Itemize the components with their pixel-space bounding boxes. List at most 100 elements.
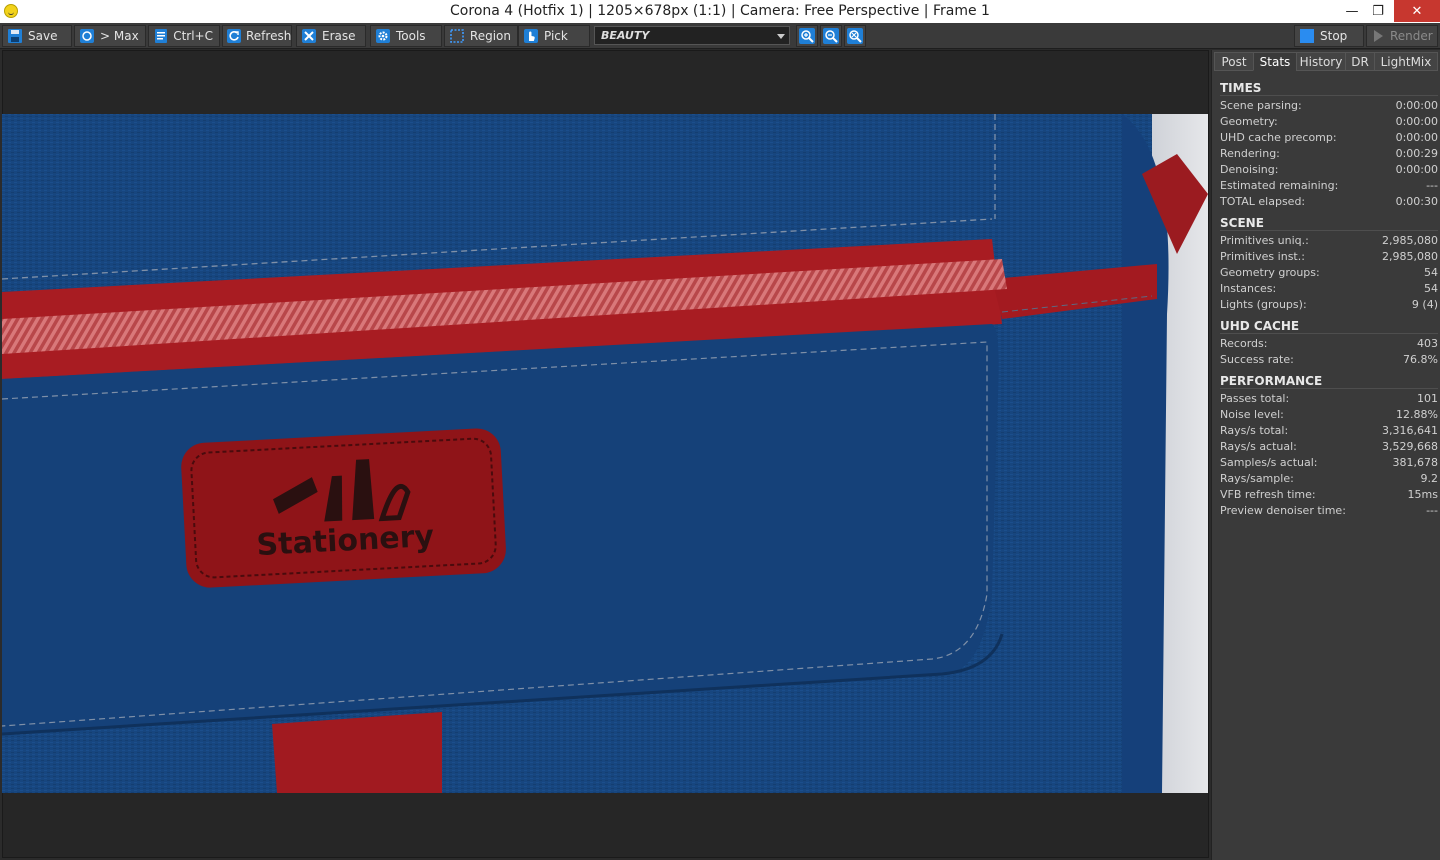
tab-lightmix[interactable]: LightMix	[1374, 52, 1438, 71]
stat-row: Noise level: 12.88%	[1220, 407, 1438, 423]
stat-key: VFB refresh time:	[1220, 488, 1316, 501]
save-label: Save	[28, 29, 58, 43]
stat-value: 9 (4)	[1411, 298, 1438, 311]
stat-row: Records: 403	[1220, 336, 1438, 352]
scene-section: SCENE Primitives uniq.: 2,985,080 Primiti…	[1220, 216, 1438, 313]
stat-row: TOTAL elapsed: 0:00:30	[1220, 194, 1438, 210]
stop-label: Stop	[1320, 29, 1348, 43]
stat-row: Rays/s total: 3,316,641	[1220, 423, 1438, 439]
pick-button[interactable]: Pick	[518, 25, 590, 47]
rendered-image[interactable]: Stationery	[2, 114, 1208, 793]
erase-icon	[300, 27, 318, 45]
toolbar: Save > Max Ctrl+C Refresh Erase Tools Re…	[0, 23, 1440, 49]
render-element-select[interactable]: BEAUTY	[594, 26, 790, 45]
panel-tabs: Post Stats History DR LightMix	[1214, 52, 1439, 72]
erase-label: Erase	[322, 29, 356, 43]
tools-label: Tools	[396, 29, 426, 43]
stat-key: Passes total:	[1220, 392, 1290, 405]
stat-key: Rays/sample:	[1220, 472, 1294, 485]
tab-dr[interactable]: DR	[1345, 52, 1375, 71]
refresh-button[interactable]: Refresh	[222, 25, 292, 47]
stat-row: Geometry groups: 54	[1220, 265, 1438, 281]
uhd-cache-section: UHD CACHE Records: 403 Success rate: 76.8%	[1220, 319, 1438, 368]
stat-key: Scene parsing:	[1220, 99, 1302, 112]
region-button[interactable]: Region	[444, 25, 518, 47]
tab-history[interactable]: History	[1296, 52, 1346, 71]
stat-value: ---	[1426, 504, 1438, 517]
stat-value: 76.8%	[1403, 353, 1438, 366]
stat-row: Rendering: 0:00:29	[1220, 146, 1438, 162]
play-icon	[1370, 27, 1386, 45]
stat-value: 54	[1424, 282, 1438, 295]
render-label: Render	[1390, 29, 1433, 43]
refresh-label: Refresh	[246, 29, 292, 43]
render-button[interactable]: Render	[1366, 25, 1438, 47]
stat-key: Samples/s actual:	[1220, 456, 1318, 469]
stat-value: 15ms	[1407, 488, 1438, 501]
tab-post[interactable]: Post	[1214, 52, 1254, 71]
chevron-down-icon	[777, 34, 785, 39]
zoom-in-button[interactable]	[796, 25, 818, 47]
stat-key: Preview denoiser time:	[1220, 504, 1346, 517]
copy-label: Ctrl+C	[173, 29, 213, 43]
stat-row: Scene parsing: 0:00:00	[1220, 98, 1438, 114]
erase-button[interactable]: Erase	[296, 25, 366, 47]
scene-title: SCENE	[1220, 216, 1438, 231]
region-label: Region	[469, 29, 511, 43]
stop-button[interactable]: Stop	[1294, 25, 1364, 47]
zoom-out-button[interactable]	[820, 25, 842, 47]
stat-key: Primitives inst.:	[1220, 250, 1305, 263]
refresh-icon	[226, 27, 242, 45]
title-bar: Corona 4 (Hotfix 1) | 1205×678px (1:1) |…	[0, 0, 1440, 23]
times-section: TIMES Scene parsing: 0:00:00 Geometry: 0:0…	[1220, 81, 1438, 210]
stat-key: Instances:	[1220, 282, 1277, 295]
stat-row: Primitives inst.: 2,985,080	[1220, 249, 1438, 265]
save-button[interactable]: Save	[2, 25, 72, 47]
stat-key: Geometry groups:	[1220, 266, 1320, 279]
zoom-in-icon	[798, 27, 816, 45]
pick-label: Pick	[544, 29, 568, 43]
performance-section: PERFORMANCE Passes total: 101 Noise level…	[1220, 374, 1438, 519]
window-title: Corona 4 (Hotfix 1) | 1205×678px (1:1) |…	[450, 3, 990, 19]
hand-pointer-icon	[522, 27, 540, 45]
stat-key: TOTAL elapsed:	[1220, 195, 1306, 208]
stat-value: 0:00:00	[1395, 163, 1438, 176]
minimize-button[interactable]: —	[1340, 0, 1364, 22]
stat-key: Geometry:	[1220, 115, 1278, 128]
clipboard-icon	[152, 27, 169, 45]
maximize-button[interactable]: ❐	[1366, 0, 1390, 22]
stat-value: 0:00:30	[1395, 195, 1438, 208]
stat-row: VFB refresh time: 15ms	[1220, 487, 1438, 503]
stat-row: Estimated remaining: ---	[1220, 178, 1438, 194]
stat-value: 2,985,080	[1382, 234, 1438, 247]
stat-key: Rays/s actual:	[1220, 440, 1297, 453]
stat-row: Geometry: 0:00:00	[1220, 114, 1438, 130]
zoom-fit-button[interactable]	[844, 25, 866, 47]
stat-row: Success rate: 76.8%	[1220, 352, 1438, 368]
max-label: > Max	[100, 29, 139, 43]
stat-row: Passes total: 101	[1220, 391, 1438, 407]
zoom-out-icon	[822, 27, 840, 45]
tab-stats[interactable]: Stats	[1253, 52, 1297, 71]
tools-button[interactable]: Tools	[370, 25, 442, 47]
stat-value: 12.88%	[1396, 408, 1438, 421]
stat-row: Preview denoiser time: ---	[1220, 503, 1438, 519]
stat-value: ---	[1426, 179, 1438, 192]
stats-panel: Post Stats History DR LightMix TIMES Sce…	[1211, 50, 1440, 860]
stat-value: 9.2	[1420, 472, 1439, 485]
stat-value: 0:00:00	[1395, 115, 1438, 128]
stat-value: 3,529,668	[1382, 440, 1438, 453]
close-button[interactable]: ✕	[1394, 0, 1440, 22]
stat-row: UHD cache precomp: 0:00:00	[1220, 130, 1438, 146]
stat-key: Estimated remaining:	[1220, 179, 1339, 192]
copy-button[interactable]: Ctrl+C	[148, 25, 220, 47]
region-select-icon	[448, 27, 466, 45]
stat-value: 0:00:29	[1395, 147, 1438, 160]
max-button[interactable]: > Max	[74, 25, 146, 47]
stat-row: Primitives uniq.: 2,985,080	[1220, 233, 1438, 249]
stat-value: 101	[1417, 392, 1438, 405]
stat-key: UHD cache precomp:	[1220, 131, 1337, 144]
stat-value: 381,678	[1392, 456, 1439, 469]
stat-key: Lights (groups):	[1220, 298, 1307, 311]
stat-key: Records:	[1220, 337, 1268, 350]
